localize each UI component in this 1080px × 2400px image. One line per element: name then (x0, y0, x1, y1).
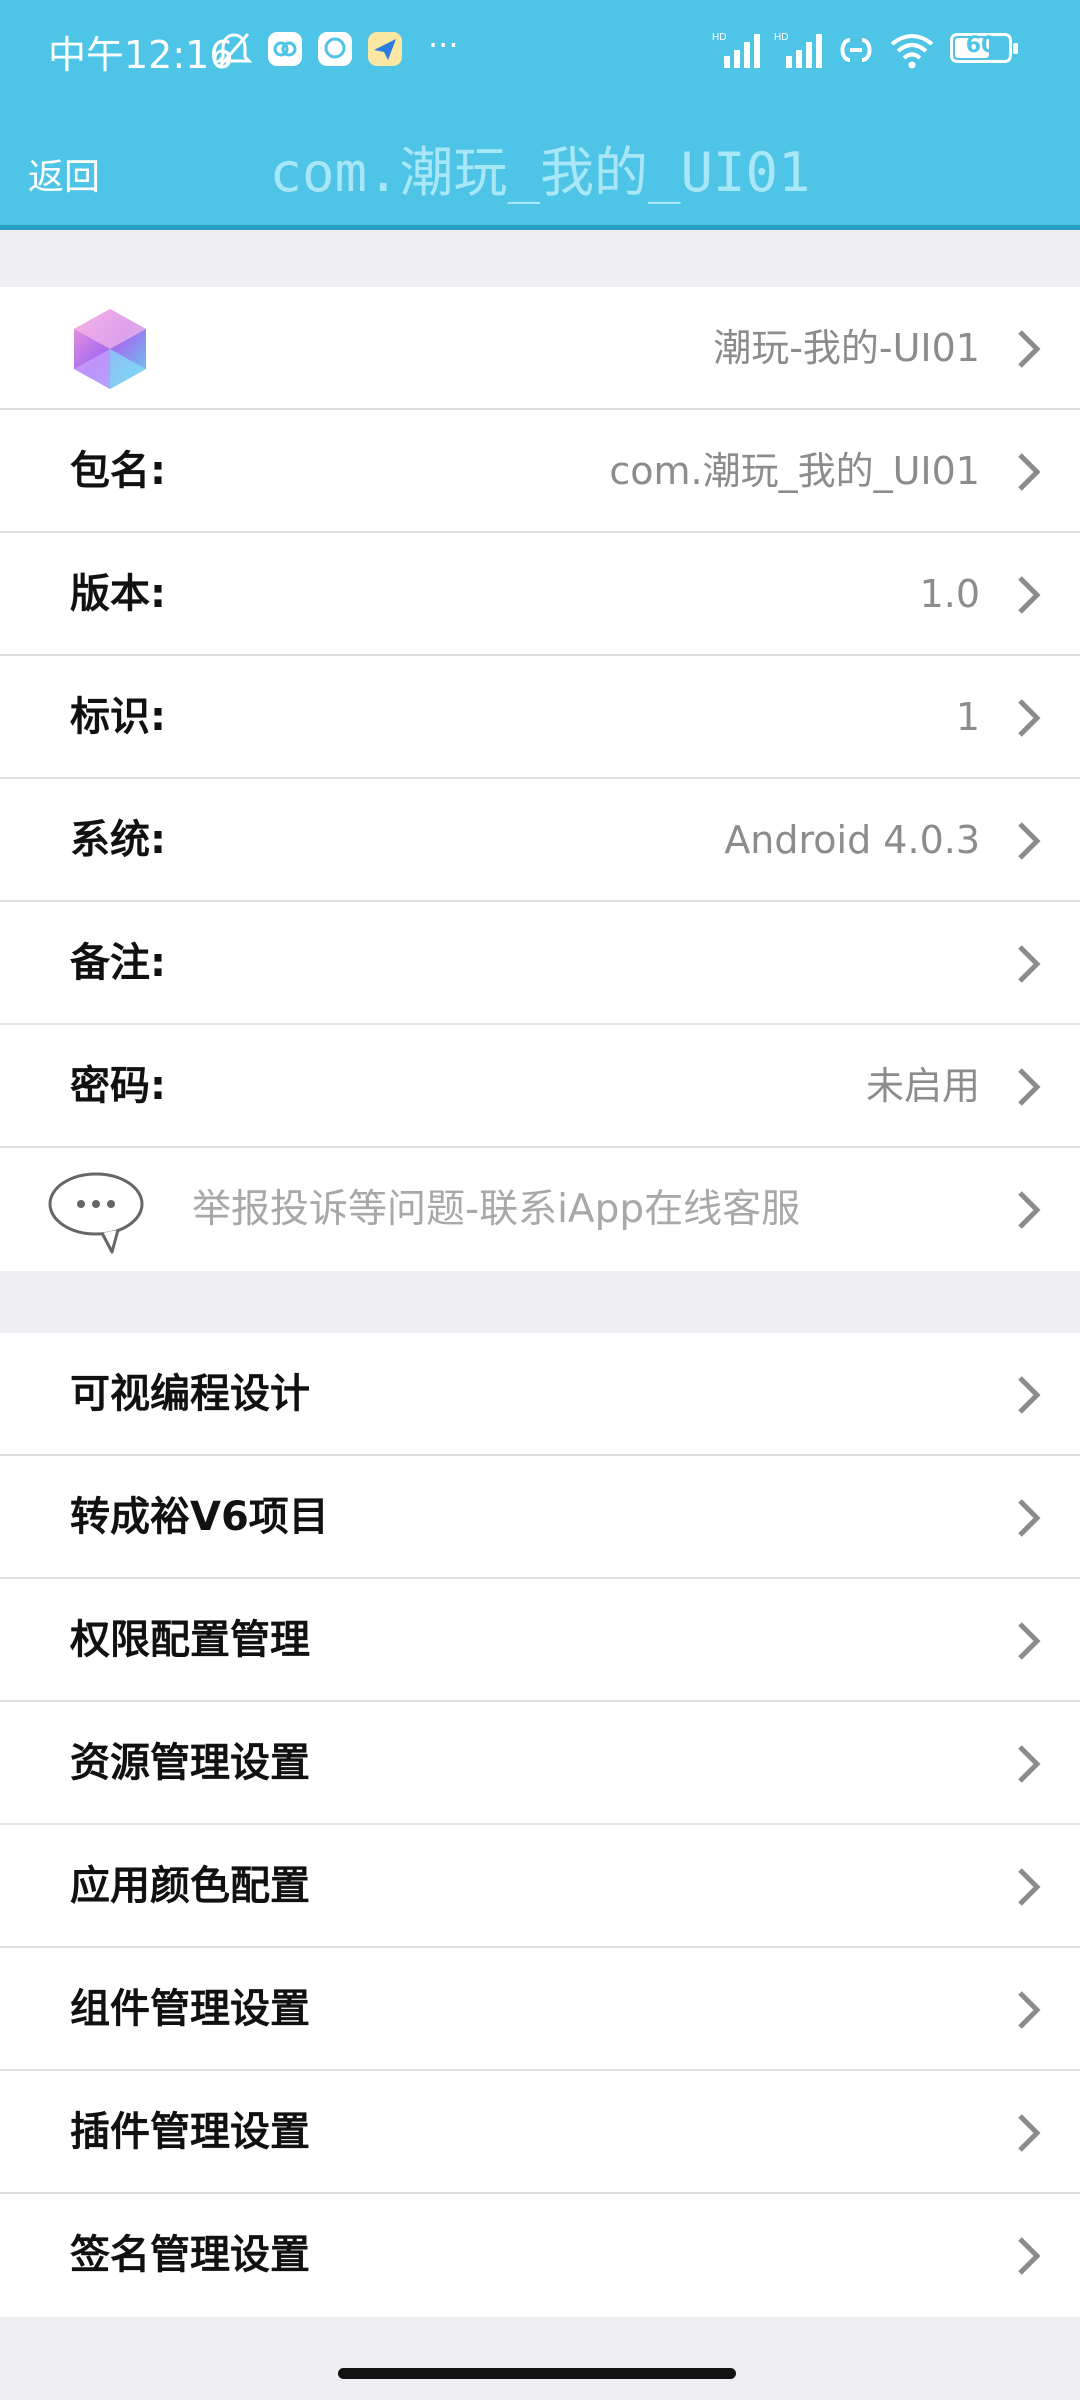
report-contact-text: 举报投诉等问题-联系iApp在线客服 (192, 1187, 801, 1232)
signal-hd-2-icon: HD (774, 32, 822, 68)
app-notification-icon (268, 32, 302, 66)
signal-hd-icon: HD (712, 32, 760, 68)
chat-notification-icon (318, 32, 352, 66)
battery-level: 60 (965, 33, 997, 58)
identifier-label: 标识: (70, 694, 166, 740)
package-name-value: com.潮玩_我的_UI01 (609, 449, 980, 493)
menu-item-label: 组件管理设置 (70, 1986, 310, 2032)
chevron-right-icon (1018, 1499, 1041, 1537)
identifier-value: 1 (955, 695, 980, 739)
version-row[interactable]: 版本: 1.0 (0, 533, 1080, 656)
menu-item-visual-programming[interactable]: 可视编程设计 (0, 1333, 1080, 1456)
mail-notification-icon (368, 32, 402, 66)
menu-item-label: 资源管理设置 (70, 1740, 310, 1786)
status-time: 中午12:16 (48, 33, 234, 77)
menu-item-resources[interactable]: 资源管理设置 (0, 1702, 1080, 1825)
app-icon (74, 309, 146, 389)
password-label: 密码: (70, 1063, 166, 1109)
menu-item-label: 可视编程设计 (70, 1371, 310, 1417)
menu-item-signature[interactable]: 签名管理设置 (0, 2194, 1080, 2317)
version-value: 1.0 (919, 572, 980, 616)
system-value: Android 4.0.3 (724, 818, 980, 862)
menu-item-label: 转成裕V6项目 (70, 1494, 329, 1540)
wifi-icon (890, 34, 934, 69)
status-bar: 中午12:16 ··· HD HD 60 (0, 0, 1080, 100)
menu-item-convert-v6[interactable]: 转成裕V6项目 (0, 1456, 1080, 1579)
settings-menu-section: 可视编程设计 转成裕V6项目 权限配置管理 资源管理设置 应用颜色配置 组件管理… (0, 1333, 1080, 2317)
chevron-right-icon (1018, 822, 1041, 860)
svg-text:HD: HD (774, 32, 788, 43)
system-row[interactable]: 系统: Android 4.0.3 (0, 779, 1080, 902)
home-indicator[interactable] (338, 2368, 736, 2379)
chevron-right-icon (1018, 2114, 1041, 2152)
back-button[interactable]: 返回 (28, 148, 100, 200)
menu-item-permissions[interactable]: 权限配置管理 (0, 1579, 1080, 1702)
battery-icon: 60 (950, 33, 1018, 63)
link-icon (840, 38, 872, 62)
menu-item-label: 权限配置管理 (70, 1617, 310, 1663)
report-contact-row[interactable]: 举报投诉等问题-联系iApp在线客服 (0, 1148, 1080, 1271)
password-value: 未启用 (865, 1064, 980, 1108)
chevron-right-icon (1018, 1191, 1041, 1229)
menu-item-colors[interactable]: 应用颜色配置 (0, 1825, 1080, 1948)
identifier-row[interactable]: 标识: 1 (0, 656, 1080, 779)
chevron-right-icon (1018, 1068, 1041, 1106)
chevron-right-icon (1018, 945, 1041, 983)
chat-bubble-icon (48, 1172, 144, 1254)
chevron-right-icon (1018, 699, 1041, 737)
app-bar: 中午12:16 ··· HD HD 60 返回 com.潮玩_我的_UI01 (0, 0, 1080, 230)
chevron-right-icon (1018, 330, 1041, 368)
chevron-right-icon (1018, 453, 1041, 491)
app-name-row[interactable]: 潮玩-我的-UI01 (0, 287, 1080, 410)
chevron-right-icon (1018, 1868, 1041, 1906)
menu-item-plugins[interactable]: 插件管理设置 (0, 2071, 1080, 2194)
chevron-right-icon (1018, 1376, 1041, 1414)
bell-muted-icon (215, 33, 253, 67)
menu-item-label: 插件管理设置 (70, 2109, 310, 2155)
chevron-right-icon (1018, 1745, 1041, 1783)
app-info-section: 潮玩-我的-UI01 包名: com.潮玩_我的_UI01 版本: 1.0 标识… (0, 287, 1080, 1271)
chevron-right-icon (1018, 1622, 1041, 1660)
package-name-row[interactable]: 包名: com.潮玩_我的_UI01 (0, 410, 1080, 533)
chevron-right-icon (1018, 576, 1041, 614)
chevron-right-icon (1018, 2237, 1041, 2275)
chevron-right-icon (1018, 1991, 1041, 2029)
menu-item-label: 应用颜色配置 (70, 1863, 310, 1909)
app-name-value: 潮玩-我的-UI01 (713, 326, 980, 370)
more-notifications-icon: ··· (428, 26, 459, 64)
password-row[interactable]: 密码: 未启用 (0, 1025, 1080, 1148)
svg-text:HD: HD (712, 32, 726, 43)
remark-label: 备注: (70, 940, 166, 986)
page-title: com.潮玩_我的_UI01 (269, 141, 811, 204)
menu-item-label: 签名管理设置 (70, 2232, 310, 2278)
package-name-label: 包名: (70, 448, 166, 494)
system-label: 系统: (70, 817, 166, 863)
version-label: 版本: (70, 571, 166, 617)
remark-row[interactable]: 备注: (0, 902, 1080, 1025)
menu-item-components[interactable]: 组件管理设置 (0, 1948, 1080, 2071)
